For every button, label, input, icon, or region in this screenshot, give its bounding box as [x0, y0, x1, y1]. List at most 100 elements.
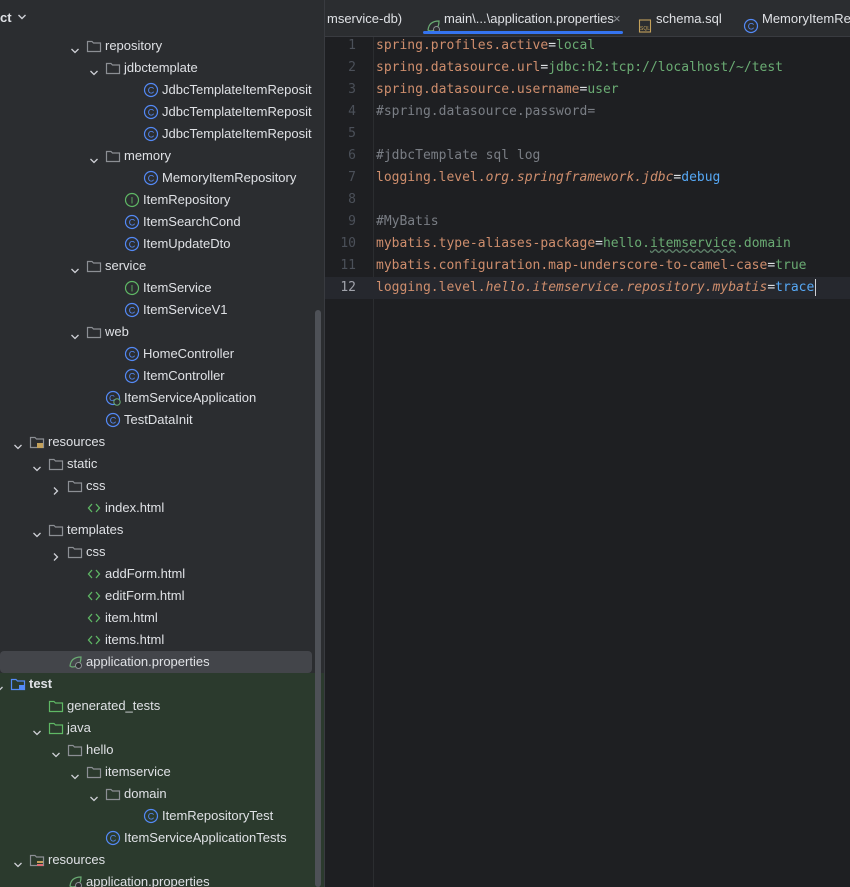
chevron-down-icon[interactable] [89, 151, 99, 164]
text-caret [815, 279, 817, 296]
editor-tab[interactable]: mservice-db) [325, 0, 405, 36]
tree-item[interactable]: editForm.html [0, 585, 324, 607]
editor-tab[interactable]: main\...\application.properties × [423, 0, 623, 36]
tree-item[interactable]: addForm.html [0, 563, 324, 585]
tree-item[interactable]: java [0, 717, 324, 739]
tree-item[interactable]: jdbctemplate [0, 57, 324, 79]
tree-item[interactable]: C HomeController [0, 343, 324, 365]
tree-item[interactable]: C JdbcTemplateItemReposit [0, 123, 324, 145]
tree-item-label: index.html [105, 500, 165, 515]
tree-item[interactable]: hello [0, 739, 324, 761]
code-line[interactable]: 12 logging.level.hello.itemservice.reposi… [325, 277, 850, 299]
editor-tab[interactable]: SQL schema.sql [635, 0, 745, 36]
svg-text:C: C [148, 174, 155, 184]
chevron-down-icon[interactable] [89, 63, 99, 76]
tree-item[interactable]: C ItemSearchCond [0, 211, 324, 233]
tree-item[interactable]: C ItemServiceApplicationTests [0, 827, 324, 849]
line-number: 1 [348, 38, 356, 53]
sidebar-scrollbar[interactable] [315, 310, 321, 887]
chevron-down-icon[interactable] [32, 525, 42, 538]
tree-item[interactable]: application.properties [0, 651, 312, 673]
tree-item[interactable]: C MemoryItemRepository [0, 167, 324, 189]
spring-properties-icon [67, 654, 83, 670]
chevron-down-icon[interactable] [0, 679, 4, 691]
tree-item[interactable]: index.html [0, 497, 324, 519]
code-line[interactable]: 6 #jdbcTemplate sql log [325, 145, 850, 167]
tab-label: main\...\application.properties [444, 11, 614, 26]
chevron-down-icon[interactable] [32, 723, 42, 736]
tree-item[interactable]: items.html [0, 629, 324, 651]
tree-item[interactable]: C ItemController [0, 365, 324, 387]
close-tab-icon[interactable]: × [613, 0, 621, 36]
tree-item[interactable]: css [0, 475, 324, 497]
tree-item[interactable]: C JdbcTemplateItemReposit [0, 101, 324, 123]
tree-item[interactable]: C ItemServiceV1 [0, 299, 324, 321]
class-icon: C [743, 11, 759, 34]
spring-properties-icon [67, 874, 83, 887]
tree-item[interactable]: C ItemRepositoryTest [0, 805, 324, 827]
tree-item[interactable]: application.properties [0, 871, 324, 887]
spring-app-icon: C [105, 390, 121, 406]
class-icon: C [143, 808, 159, 824]
chevron-right-icon[interactable] [51, 547, 61, 561]
tree-item[interactable]: C JdbcTemplateItemReposit [0, 79, 324, 101]
tree-item[interactable]: I ItemRepository [0, 189, 324, 211]
tree-item[interactable]: memory [0, 145, 324, 167]
code-editor[interactable]: 1 spring.profiles.active=local 2 spring.dat… [325, 37, 850, 887]
editor-tab[interactable]: C MemoryItemRep [741, 0, 850, 36]
chevron-down-icon[interactable] [89, 789, 99, 802]
chevron-down-icon[interactable] [17, 12, 27, 22]
tree-item[interactable]: css [0, 541, 324, 563]
tree-item[interactable]: web [0, 321, 324, 343]
tree-item[interactable]: item.html [0, 607, 324, 629]
code-token: spring.profiles.active [376, 38, 549, 53]
code-line[interactable]: 10 mybatis.type-aliases-package=hello.ite… [325, 233, 850, 255]
chevron-down-icon[interactable] [51, 745, 61, 758]
tree-item[interactable]: static [0, 453, 324, 475]
code-line[interactable]: 3 spring.datasource.username=user [325, 79, 850, 101]
tree-item[interactable]: C ItemUpdateDto [0, 233, 324, 255]
code-text: mybatis.configuration.map-underscore-to-… [376, 255, 806, 277]
code-line[interactable]: 2 spring.datasource.url=jdbc:h2:tcp://loc… [325, 57, 850, 79]
tree-item[interactable]: service [0, 255, 324, 277]
project-panel-header[interactable]: ct [0, 0, 324, 36]
svg-text:SQL: SQL [640, 26, 650, 32]
tree-item[interactable]: C ItemServiceApplication [0, 387, 324, 409]
chevron-down-icon[interactable] [70, 41, 80, 54]
tree-item[interactable]: templates [0, 519, 324, 541]
chevron-down-icon[interactable] [70, 767, 80, 780]
tree-item[interactable]: test [0, 673, 324, 695]
tree-item-label: resources [48, 434, 106, 449]
svg-text:C: C [129, 240, 136, 250]
code-line[interactable]: 9 #MyBatis [325, 211, 850, 233]
code-line[interactable]: 11 mybatis.configuration.map-underscore-t… [325, 255, 850, 277]
chevron-down-icon[interactable] [70, 327, 80, 340]
code-line[interactable]: 7 logging.level.org.springframework.jdbc=… [325, 167, 850, 189]
tree-item[interactable]: resources [0, 849, 324, 871]
class-icon: C [124, 368, 140, 384]
code-line[interactable]: 4 #spring.datasource.password= [325, 101, 850, 123]
chevron-right-icon[interactable] [51, 481, 61, 495]
code-text: #jdbcTemplate sql log [376, 145, 540, 167]
tree-item-label: JdbcTemplateItemReposit [162, 104, 312, 119]
chevron-down-icon[interactable] [70, 261, 80, 274]
svg-text:C: C [148, 86, 155, 96]
tree-item[interactable]: generated_tests [0, 695, 324, 717]
tree-item[interactable]: repository [0, 35, 324, 57]
chevron-down-icon[interactable] [13, 855, 23, 868]
tree-item[interactable]: resources [0, 431, 324, 453]
chevron-down-icon[interactable] [32, 459, 42, 472]
tree-item-label: domain [124, 786, 167, 801]
code-line[interactable]: 1 spring.profiles.active=local [325, 37, 850, 57]
tree-item[interactable]: domain [0, 783, 324, 805]
tree-item-label: ItemSearchCond [143, 214, 241, 229]
tree-item-label: hello [86, 742, 114, 757]
code-line[interactable]: 5 [325, 123, 850, 145]
chevron-down-icon[interactable] [13, 437, 23, 450]
tree-item[interactable]: itemservice [0, 761, 324, 783]
line-number: 11 [340, 258, 356, 273]
code-line[interactable]: 8 [325, 189, 850, 211]
tree-item[interactable]: C TestDataInit [0, 409, 324, 431]
tree-item[interactable]: I ItemService [0, 277, 324, 299]
interface-icon: I [124, 192, 140, 208]
